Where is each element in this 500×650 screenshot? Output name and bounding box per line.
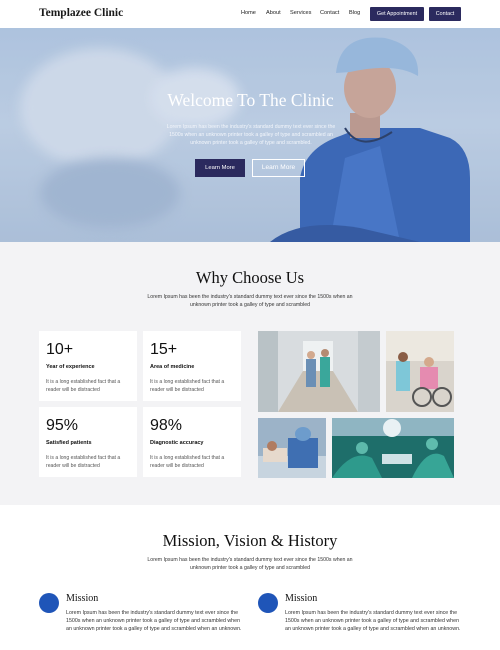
hero-title: Welcome To The Clinic bbox=[167, 90, 334, 110]
nurse-wheelchair-photo bbox=[386, 331, 454, 412]
why-title: Why Choose Us bbox=[195, 268, 305, 287]
nav-services[interactable]: Services bbox=[290, 10, 311, 16]
hero-description: Lorem Ipsum has been the industry's stan… bbox=[166, 124, 336, 147]
stat-card-patients: 95% Satisfied patients It is a long esta… bbox=[39, 407, 137, 477]
mission-circle-icon bbox=[258, 593, 278, 613]
nav-contact[interactable]: Contact bbox=[320, 10, 339, 16]
nav-about[interactable]: About bbox=[266, 10, 281, 16]
hospital-corridor-photo bbox=[258, 331, 380, 412]
stat-label: Satisfied patients bbox=[46, 440, 92, 446]
stat-label: Diagnostic accuracy bbox=[150, 440, 204, 446]
why-subtitle: Lorem Ipsum has been the industry's stan… bbox=[147, 294, 353, 308]
mission-item-title: Mission bbox=[66, 593, 99, 604]
hero-learn-more-outline-button[interactable]: Learn More bbox=[252, 159, 305, 177]
mission-item-title: Mission bbox=[285, 593, 318, 604]
stat-description: It is a long established fact that a rea… bbox=[150, 455, 225, 469]
stat-card-experience: 10+ Year of experience It is a long esta… bbox=[39, 331, 137, 401]
stat-description: It is a long established fact that a rea… bbox=[46, 379, 121, 393]
stat-card-medicine: 15+ Area of medicine It is a long establ… bbox=[143, 331, 241, 401]
mission-item-text: Lorem Ipsum has been the industry's stan… bbox=[66, 610, 242, 633]
mission-section: Mission, Vision & History Lorem Ipsum ha… bbox=[0, 505, 500, 650]
hero-learn-more-button[interactable]: Learn More bbox=[195, 159, 245, 177]
stat-value: 10+ bbox=[46, 341, 74, 358]
stat-card-accuracy: 98% Diagnostic accuracy It is a long est… bbox=[143, 407, 241, 477]
surgery-team-photo bbox=[332, 418, 454, 478]
stat-value: 98% bbox=[150, 417, 183, 434]
get-appointment-button[interactable]: Get Appointment bbox=[370, 7, 424, 21]
mission-subtitle: Lorem Ipsum has been the industry's stan… bbox=[147, 557, 353, 571]
stat-description: It is a long established fact that a rea… bbox=[150, 379, 225, 393]
stat-label: Year of experience bbox=[46, 364, 95, 370]
nav-home[interactable]: Home bbox=[241, 10, 256, 16]
mission-title: Mission, Vision & History bbox=[162, 531, 338, 550]
patient-care-photo bbox=[258, 418, 326, 478]
mission-item-text: Lorem Ipsum has been the industry's stan… bbox=[285, 610, 461, 633]
hero-banner: Welcome To The Clinic Lorem Ipsum has be… bbox=[0, 28, 500, 242]
why-choose-section: Why Choose Us Lorem Ipsum has been the i… bbox=[0, 242, 500, 505]
stat-value: 95% bbox=[46, 417, 79, 434]
nav-blog[interactable]: Blog bbox=[349, 10, 360, 16]
mission-circle-icon bbox=[39, 593, 59, 613]
contact-button[interactable]: Contact bbox=[429, 7, 461, 21]
stat-value: 15+ bbox=[150, 341, 178, 358]
stat-description: It is a long established fact that a rea… bbox=[46, 455, 121, 469]
site-logo[interactable]: Templazee Clinic bbox=[39, 7, 123, 19]
stat-label: Area of medicine bbox=[150, 364, 195, 370]
site-header: Templazee Clinic Home About Services Con… bbox=[0, 0, 500, 28]
